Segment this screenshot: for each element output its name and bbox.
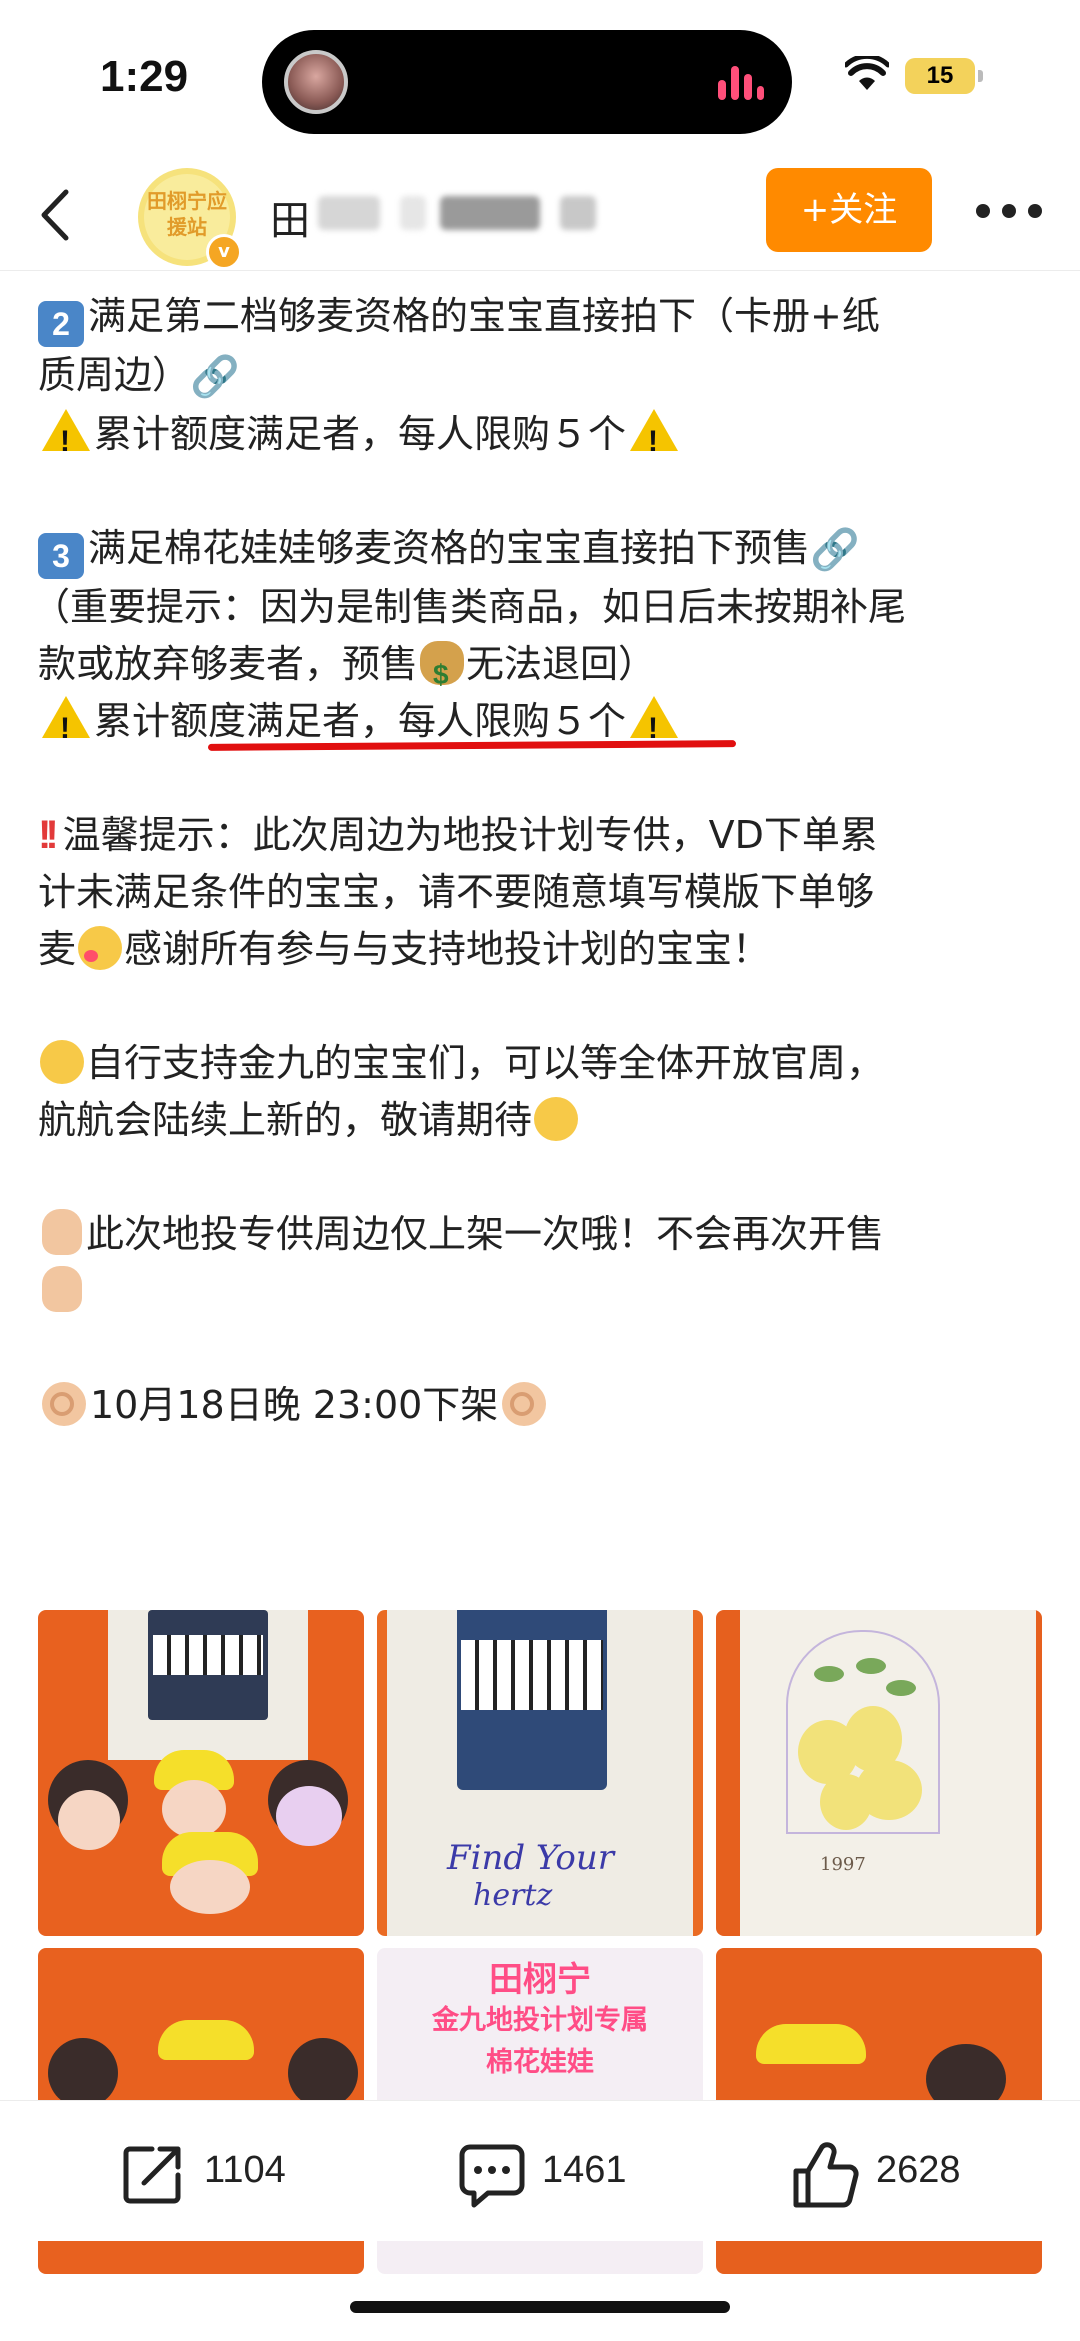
image-caption: 田栩宁: [489, 1960, 591, 2000]
paragraph-self-support: 自行支持金九的宝宝们，可以等全体开放官周， 航航会陆续上新的，敬请期待: [38, 1035, 1048, 1149]
nav-bar: 田栩宁应援站 v 田 +关注: [0, 160, 1080, 271]
like-button[interactable]: 2628: [790, 2139, 990, 2209]
text: 10月18日晚 23:00下架: [90, 1383, 499, 1427]
post-body: 2满足第二档够麦资格的宝宝直接拍下（卡册+纸 质周边）🔗 累计额度满足者，每人限…: [32, 288, 1048, 1434]
tearful-face-icon: [534, 1097, 579, 1141]
username-visible-char: 田: [270, 198, 310, 244]
paragraph-tier3: 3 满足棉花娃娃够麦资格的宝宝直接拍下预售🔗 （重要提示：因为是制售类商品，如日后…: [32, 520, 1048, 757]
image-thumbnail[interactable]: [38, 1610, 364, 1936]
text: 满足第二档够麦资格的宝宝直接拍下（卡册+纸: [88, 294, 880, 338]
dynamic-island[interactable]: [262, 30, 792, 134]
comment-count: 1461: [542, 2149, 627, 2191]
home-indicator[interactable]: [350, 2301, 730, 2313]
warning-icon: [42, 409, 90, 470]
finger-heart-icon: [42, 1209, 82, 1255]
username-redacted: [400, 196, 426, 230]
image-thumbnail[interactable]: Find Your hertz: [377, 1610, 703, 1936]
text: 此次地投专供周边仅上架一次哦！不会再次开售: [86, 1212, 885, 1256]
back-arrow-icon[interactable]: [26, 180, 96, 250]
paragraph-one-time: 此次地投专供周边仅上架一次哦！不会再次开售: [38, 1206, 1048, 1320]
text: 计未满足条件的宝宝，请不要随意填写模版下单够: [38, 870, 875, 914]
more-options-icon[interactable]: [976, 200, 1046, 224]
wifi-icon: [845, 56, 889, 90]
text: 累计额度满足者，每人限购５个: [94, 412, 627, 456]
ok-hand-icon: [42, 1382, 86, 1426]
text: 感谢所有参与与支持地投计划的宝宝！: [124, 927, 771, 971]
money-bag-icon: [420, 641, 465, 703]
text: 航航会陆续上新的，敬请期待: [38, 1098, 533, 1142]
comment-icon: [459, 2144, 525, 2208]
keycap-2-icon: 2: [38, 301, 84, 347]
share-icon: [123, 2146, 181, 2204]
status-bar: 1:29 15: [0, 0, 1080, 160]
text: 麦: [38, 927, 77, 971]
keycap-3-icon: 3: [38, 533, 84, 579]
image-caption: hertz: [473, 1878, 553, 1913]
avatar-text: 田栩宁应援站: [147, 189, 227, 239]
smiling-face-with-hearts-icon: [78, 926, 123, 970]
warning-icon: [630, 696, 679, 757]
image-caption: 1997: [820, 1854, 866, 1875]
warning-icon: [630, 409, 679, 470]
verified-badge-icon: v: [206, 234, 242, 270]
username-redacted: [440, 196, 540, 230]
image-thumbnail[interactable]: 1997: [716, 1610, 1042, 1936]
text: 无法退回）: [466, 642, 657, 686]
warning-icon: [42, 696, 90, 757]
text: 质周边）: [38, 353, 191, 397]
share-button[interactable]: 1104: [118, 2139, 308, 2209]
username-redacted: [560, 196, 596, 230]
now-playing-thumbnail: [284, 50, 348, 114]
like-count: 2628: [876, 2149, 961, 2191]
paragraph-tier2: 2满足第二档够麦资格的宝宝直接拍下（卡册+纸 质周边）🔗 累计额度满足者，每人限…: [38, 288, 1048, 470]
link-icon: 🔗: [810, 527, 860, 573]
battery-level: 15: [926, 62, 954, 89]
finger-heart-icon: [42, 1266, 82, 1312]
image-caption: Find Your: [447, 1838, 615, 1878]
audio-bars-icon: [718, 66, 764, 100]
link-icon: 🔗: [190, 354, 240, 400]
text: （重要提示：因为是制售类商品，如日后未按期补尾: [32, 585, 907, 629]
image-caption: 金九地投计划专属: [432, 2005, 648, 2036]
status-time: 1:29: [100, 52, 189, 101]
text: 自行支持金九的宝宝们，可以等全体开放官周，: [86, 1041, 885, 1085]
text: 款或放弃够麦者，预售: [38, 642, 419, 686]
username-redacted: [318, 196, 380, 230]
rainbow-face-icon: [40, 1040, 84, 1084]
text: 满足棉花娃娃够麦资格的宝宝直接拍下预售: [88, 526, 811, 570]
paragraph-notice: !! 温馨提示：此次周边为地投计划专供，VD下单累 计未满足条件的宝宝，请不要随意…: [38, 807, 1048, 978]
image-caption: 棉花娃娃: [486, 2047, 594, 2078]
comment-button[interactable]: 1461: [456, 2139, 646, 2209]
follow-button[interactable]: +关注: [766, 168, 932, 252]
paragraph-deadline: 10月18日晚 23:00下架: [38, 1377, 1048, 1434]
text: 累计额度满足者，每人限购５个: [94, 699, 627, 743]
battery-icon: 15: [905, 58, 983, 94]
ok-hand-icon: [502, 1382, 547, 1426]
bottom-action-bar: 1104 1461 2628: [0, 2100, 1080, 2241]
text: 温馨提示：此次周边为地投计划专供，VD下单累: [62, 813, 878, 857]
share-count: 1104: [204, 2149, 286, 2191]
double-exclamation-icon: !!: [38, 813, 58, 857]
thumbs-up-icon: [793, 2142, 859, 2208]
